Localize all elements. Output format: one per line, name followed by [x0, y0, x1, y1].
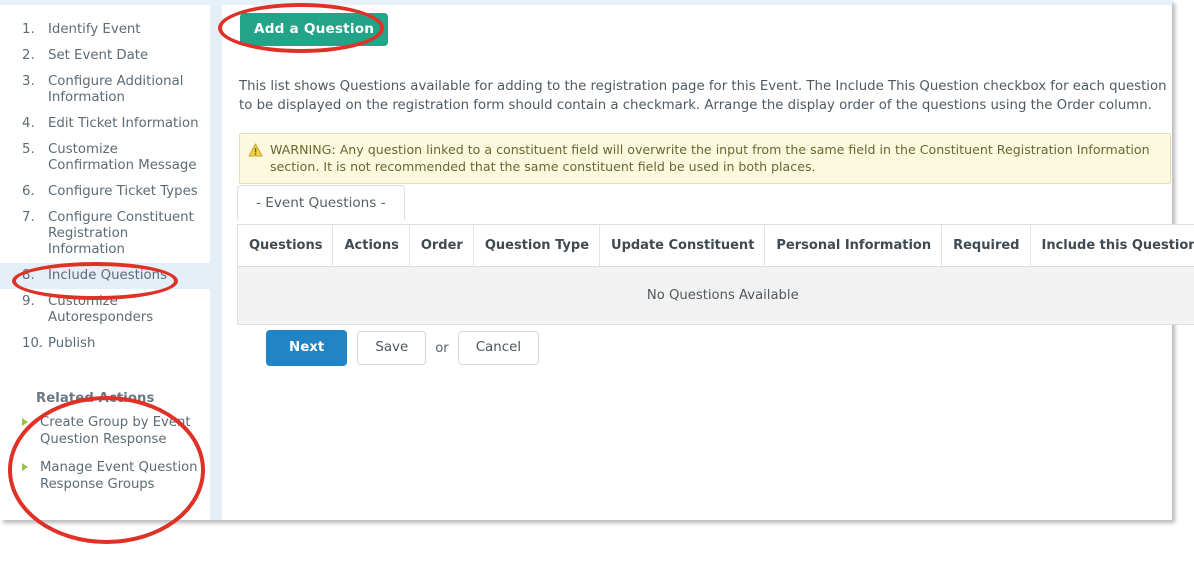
step-number: 4.	[22, 116, 35, 131]
step-label: Publish	[48, 336, 96, 351]
column-header-order[interactable]: Order	[409, 224, 474, 267]
step-number: 5.	[22, 142, 35, 157]
column-header-question-type[interactable]: Question Type	[473, 224, 601, 267]
annotation-ellipse-include-questions	[12, 262, 178, 300]
step-number: 3.	[22, 74, 35, 89]
sidebar-item-set-event-date[interactable]: 2. Set Event Date	[0, 43, 210, 69]
column-header-required[interactable]: Required	[941, 224, 1031, 267]
sidebar-item-edit-ticket-information[interactable]: 4. Edit Ticket Information	[0, 111, 210, 137]
page-description: This list shows Questions available for …	[239, 79, 1167, 113]
or-label: or	[435, 340, 449, 356]
questions-table: Questions Actions Order Question Type Up…	[237, 224, 1194, 325]
tab-event-questions[interactable]: - Event Questions -	[237, 185, 405, 220]
column-header-include-this-question[interactable]: Include this Question	[1030, 224, 1194, 267]
step-number: 1.	[22, 22, 35, 37]
sidebar-item-configure-additional-information[interactable]: 3. Configure Additional Information	[0, 69, 210, 111]
main-content: Add a Question This list shows Questions…	[222, 5, 1194, 520]
column-header-actions[interactable]: Actions	[332, 224, 410, 267]
sidebar-item-identify-event[interactable]: 1. Identify Event	[0, 17, 210, 43]
empty-state-message: No Questions Available	[237, 266, 1194, 325]
table-empty-row: No Questions Available	[237, 266, 1194, 325]
step-number: 7.	[22, 210, 35, 225]
step-label: Configure Additional Information	[48, 74, 184, 105]
column-header-personal-information[interactable]: Personal Information	[764, 224, 943, 267]
form-actions: Next Save or Cancel	[266, 330, 540, 366]
step-label: Configure Constituent Registration Infor…	[48, 210, 194, 257]
step-number: 2.	[22, 48, 35, 63]
tab-strip: - Event Questions -	[237, 185, 1172, 220]
step-label: Configure Ticket Types	[48, 184, 198, 199]
step-number: 6.	[22, 184, 35, 199]
sidebar-divider	[210, 5, 222, 520]
warning-triangle-icon	[248, 141, 270, 175]
questions-table-body: No Questions Available	[237, 266, 1194, 325]
step-label: Set Event Date	[48, 48, 149, 63]
column-header-update-constituent[interactable]: Update Constituent	[599, 224, 766, 267]
table-header-row: Questions Actions Order Question Type Up…	[237, 224, 1194, 267]
step-label: Identify Event	[48, 22, 141, 37]
sidebar-item-configure-constituent-registration-information[interactable]: 7. Configure Constituent Registration In…	[0, 205, 210, 263]
warning-banner: WARNING: Any question linked to a consti…	[239, 133, 1171, 184]
sidebar-item-publish[interactable]: 10. Publish	[0, 331, 210, 357]
sidebar-item-configure-ticket-types[interactable]: 6. Configure Ticket Types	[0, 179, 210, 205]
warning-text: WARNING: Any question linked to a consti…	[270, 142, 1150, 174]
save-button[interactable]: Save	[357, 331, 427, 365]
screenshot-root: 1. Identify Event 2. Set Event Date 3. C…	[0, 0, 1194, 561]
step-number: 9.	[22, 294, 35, 309]
annotation-ellipse-related-actions	[8, 396, 205, 544]
step-number: 10.	[22, 336, 44, 351]
cancel-button[interactable]: Cancel	[457, 331, 540, 365]
step-label: Customize Confirmation Message	[48, 142, 197, 173]
step-list: 1. Identify Event 2. Set Event Date 3. C…	[0, 5, 215, 357]
column-header-questions[interactable]: Questions	[237, 224, 334, 267]
next-button[interactable]: Next	[266, 330, 348, 366]
sidebar-item-customize-confirmation-message[interactable]: 5. Customize Confirmation Message	[0, 137, 210, 179]
annotation-ellipse-add-question	[218, 3, 384, 53]
step-label: Edit Ticket Information	[48, 116, 199, 131]
questions-table-head: Questions Actions Order Question Type Up…	[237, 224, 1194, 267]
